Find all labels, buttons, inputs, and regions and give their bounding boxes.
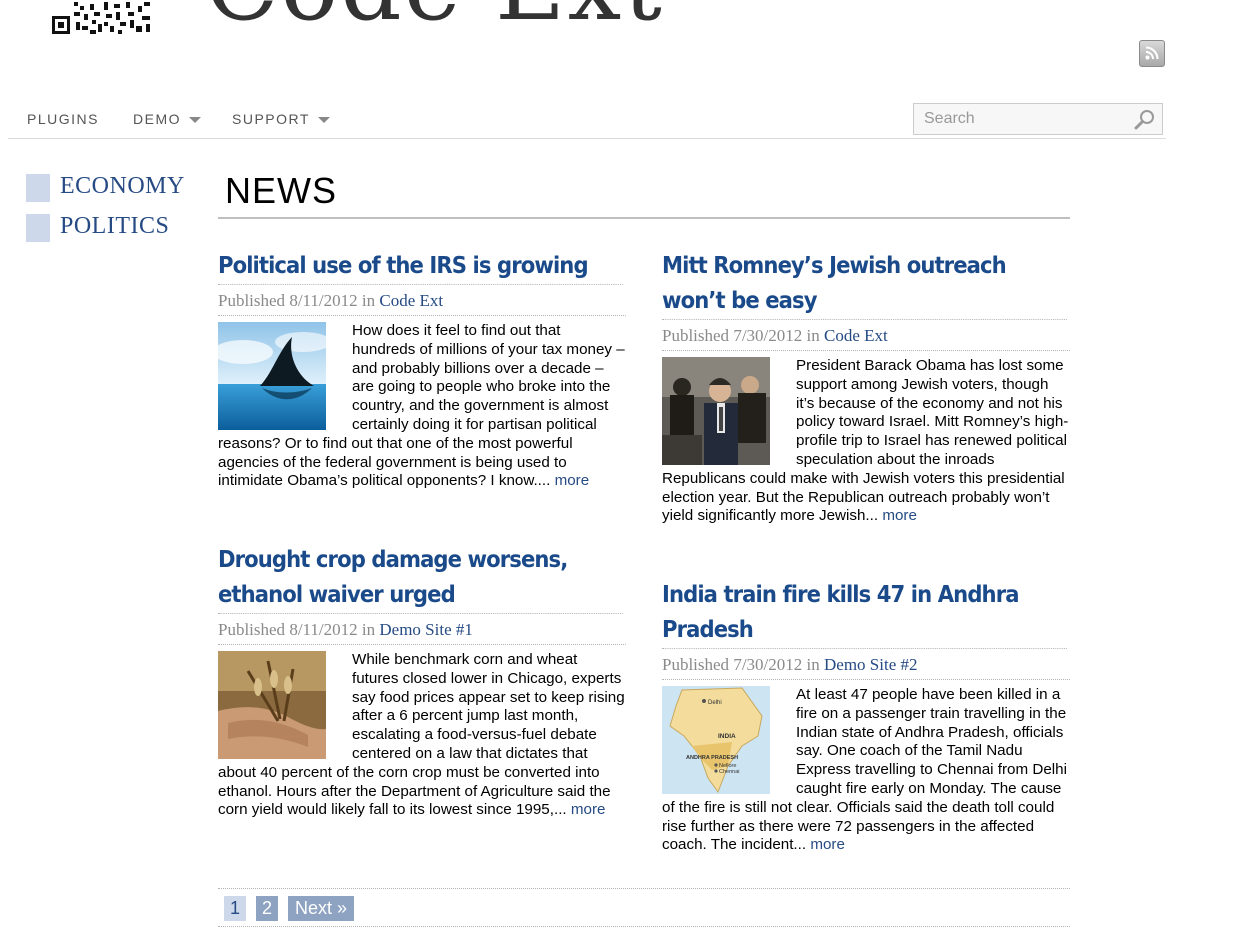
in-label: in [806, 326, 820, 345]
article-title[interactable]: Drought crop damage worsens, ethanol wai… [218, 543, 623, 614]
next-page-button[interactable]: Next » [288, 896, 354, 921]
site-link[interactable]: Demo Site #1 [379, 620, 473, 639]
page-title: NEWS [225, 170, 337, 211]
sidebar-item-label: ECONOMY [60, 173, 185, 199]
chevron-down-icon [317, 117, 330, 124]
search-box [913, 103, 1163, 135]
in-label: in [806, 655, 820, 674]
nav-item-label: DEMO [133, 111, 181, 127]
published-date: 7/30/2012 [733, 326, 803, 345]
article-meta: Published 8/11/2012 in Code Ext [218, 285, 626, 316]
article-meta: Published 7/30/2012 in Demo Site #2 [662, 649, 1070, 680]
published-label: Published [218, 291, 286, 310]
nav-item-demo[interactable]: DEMO [133, 111, 201, 127]
article-meta: Published 7/30/2012 in Code Ext [662, 320, 1070, 351]
article-title[interactable]: India train fire kills 47 in Andhra Prad… [662, 578, 1067, 649]
map-label-india: INDIA [718, 733, 736, 740]
article-body: President Barack Obama has lost some sup… [662, 357, 1070, 526]
search-input[interactable] [914, 104, 1134, 134]
article-title[interactable]: Mitt Romney’s Jewish outreach won’t be e… [662, 249, 1067, 320]
nav-item-plugins[interactable]: PLUGINS [27, 111, 99, 127]
pagination-divider [218, 926, 1070, 927]
nav-item-support[interactable]: SUPPORT [232, 111, 330, 127]
published-date: 8/11/2012 [289, 620, 358, 639]
article-card: Drought crop damage worsens, ethanol wai… [218, 543, 626, 820]
more-link[interactable]: more [810, 836, 845, 853]
article-card: Mitt Romney’s Jewish outreach won’t be e… [662, 249, 1070, 526]
wheat-hand-image[interactable] [218, 651, 326, 759]
category-square-icon [26, 214, 50, 242]
romney-photo-image[interactable] [662, 357, 770, 465]
published-label: Published [662, 655, 730, 674]
qr-code-logo [50, 0, 154, 36]
published-date: 7/30/2012 [733, 655, 803, 674]
page-link-current[interactable]: 1 [224, 896, 246, 921]
article-body: While benchmark corn and wheat futures c… [218, 651, 626, 820]
site-logo[interactable]: Code Ext [205, 0, 664, 34]
sidebar-item-label: POLITICS [60, 213, 170, 239]
page-link[interactable]: 2 [256, 896, 278, 921]
site-link[interactable]: Demo Site #2 [824, 655, 918, 674]
chevron-down-icon [189, 117, 201, 124]
nav-item-label: PLUGINS [27, 111, 99, 127]
pagination-divider [218, 888, 1070, 889]
map-label-state: ANDHRA PRADESH [686, 755, 738, 761]
article-body: Delhi INDIA ANDHRA PRADESH Nellore Chenn… [662, 686, 1070, 855]
category-square-icon [26, 174, 50, 202]
article-card: India train fire kills 47 in Andhra Prad… [662, 578, 1070, 855]
search-icon[interactable] [1134, 108, 1156, 135]
site-link[interactable]: Code Ext [824, 326, 888, 345]
map-label-chennai: Chennai [719, 769, 740, 775]
map-label-delhi: Delhi [708, 700, 722, 706]
shark-fin-image[interactable] [218, 322, 326, 430]
more-link[interactable]: more [882, 507, 917, 524]
article-card: Political use of the IRS is growing Publ… [218, 249, 626, 491]
published-date: 8/11/2012 [289, 291, 358, 310]
article-meta: Published 8/11/2012 in Demo Site #1 [218, 614, 626, 645]
rss-icon[interactable] [1139, 40, 1165, 67]
article-body: How does it feel to find out that hundre… [218, 322, 626, 491]
published-label: Published [662, 326, 730, 345]
in-label: in [361, 620, 376, 639]
more-link[interactable]: more [555, 472, 590, 489]
more-link[interactable]: more [571, 801, 606, 818]
nav-item-label: SUPPORT [232, 111, 310, 127]
in-label: in [361, 291, 376, 310]
title-divider [218, 217, 1070, 219]
article-title[interactable]: Political use of the IRS is growing [218, 249, 623, 285]
published-label: Published [218, 620, 286, 639]
india-map-image[interactable]: Delhi INDIA ANDHRA PRADESH Nellore Chenn… [662, 686, 770, 794]
site-link[interactable]: Code Ext [379, 291, 443, 310]
